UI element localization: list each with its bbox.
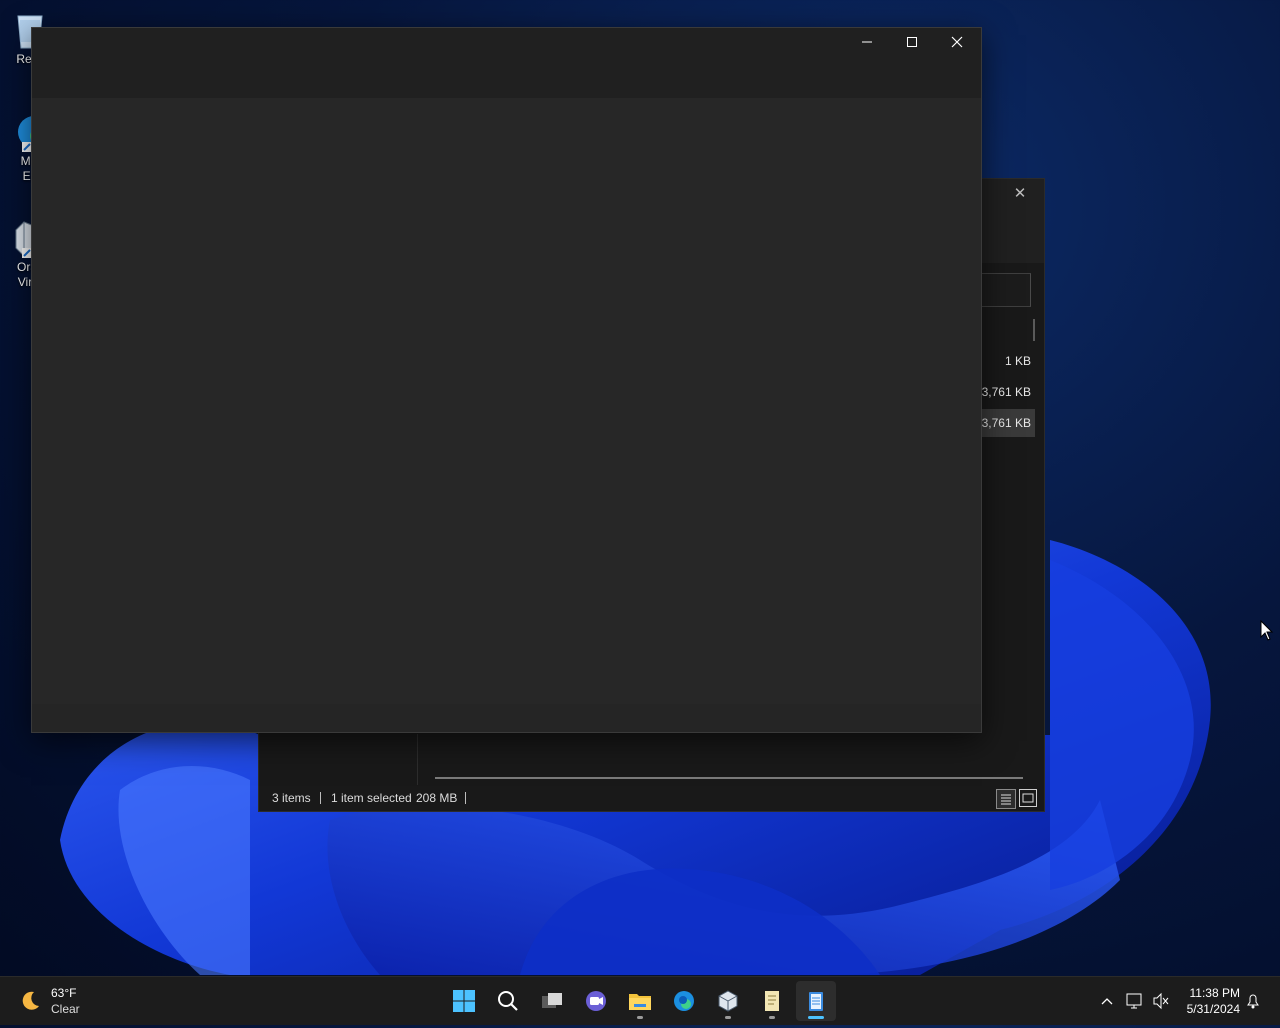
blank-app-window — [31, 27, 982, 733]
search-icon — [498, 991, 518, 1011]
running-indicator — [769, 1016, 775, 1019]
search-button[interactable] — [488, 981, 528, 1021]
window-content-area — [32, 98, 981, 704]
status-selection-size: 208 MB — [416, 791, 458, 805]
document-icon — [765, 991, 779, 1011]
edge-button[interactable] — [664, 981, 704, 1021]
file-row-size[interactable]: 3,761 KB — [981, 378, 1035, 406]
chevron-up-icon — [1101, 998, 1113, 1005]
explorer-navigation-pane — [259, 734, 418, 786]
minimize-button[interactable] — [844, 28, 890, 56]
details-view-button[interactable] — [996, 789, 1016, 809]
clock-time: 11:38 PM — [1189, 986, 1240, 1000]
taskbar: 63°F Clear 11:38 PM 5/31/2024 — [0, 976, 1280, 1025]
volume-button[interactable] — [1151, 977, 1171, 1025]
notepad-icon — [809, 992, 823, 1011]
show-hidden-icons-button[interactable] — [1098, 977, 1116, 1025]
window-titlebar[interactable] — [32, 28, 981, 98]
start-button[interactable] — [444, 981, 484, 1021]
mouse-cursor-icon — [1260, 620, 1274, 641]
explorer-horizontal-scrollbar[interactable] — [435, 777, 1023, 779]
file-explorer-button[interactable] — [620, 981, 660, 1021]
chat-button[interactable] — [576, 981, 616, 1021]
explorer-status-bar: 3 items 1 item selected 208 MB — [259, 785, 1044, 811]
teams-chat-icon — [586, 991, 606, 1011]
task-view-icon — [542, 993, 562, 1008]
notifications-button[interactable] — [1244, 977, 1262, 1025]
weather-condition: Clear — [51, 1002, 80, 1016]
running-indicator — [637, 1016, 643, 1019]
edge-icon — [674, 991, 694, 1011]
network-button[interactable] — [1125, 977, 1145, 1025]
file-row-size-selected[interactable]: 3,761 KB — [981, 409, 1035, 437]
explorer-close-button[interactable]: ✕ — [1010, 185, 1030, 203]
notepad-document-button[interactable] — [752, 981, 792, 1021]
active-indicator — [808, 1016, 824, 1019]
status-item-count: 3 items — [272, 791, 311, 805]
moon-icon — [22, 991, 39, 1010]
status-selection: 1 item selected — [331, 791, 412, 805]
running-indicator — [725, 1016, 731, 1019]
status-divider — [465, 792, 466, 804]
window-footer — [32, 704, 981, 732]
network-icon — [1126, 993, 1142, 1009]
large-icons-view-button[interactable] — [1019, 789, 1037, 807]
virtualbox-icon — [718, 990, 738, 1012]
system-clock[interactable]: 11:38 PM 5/31/2024 — [1180, 985, 1240, 1017]
windows-logo-icon — [453, 990, 475, 1012]
folder-icon — [629, 994, 651, 1010]
file-row-size[interactable]: 1 KB — [981, 347, 1035, 375]
clock-date: 5/31/2024 — [1186, 1002, 1240, 1016]
status-divider — [320, 792, 321, 804]
maximize-button[interactable] — [889, 28, 935, 56]
speaker-muted-icon — [1153, 992, 1169, 1010]
close-button[interactable] — [934, 28, 980, 56]
notification-bell-icon — [1247, 994, 1259, 1009]
virtualbox-button[interactable] — [708, 981, 748, 1021]
weather-temperature: 63°F — [51, 986, 77, 1000]
task-view-button[interactable] — [532, 981, 572, 1021]
notepad-button[interactable] — [796, 981, 836, 1021]
explorer-vertical-scrollbar[interactable] — [1033, 319, 1035, 341]
